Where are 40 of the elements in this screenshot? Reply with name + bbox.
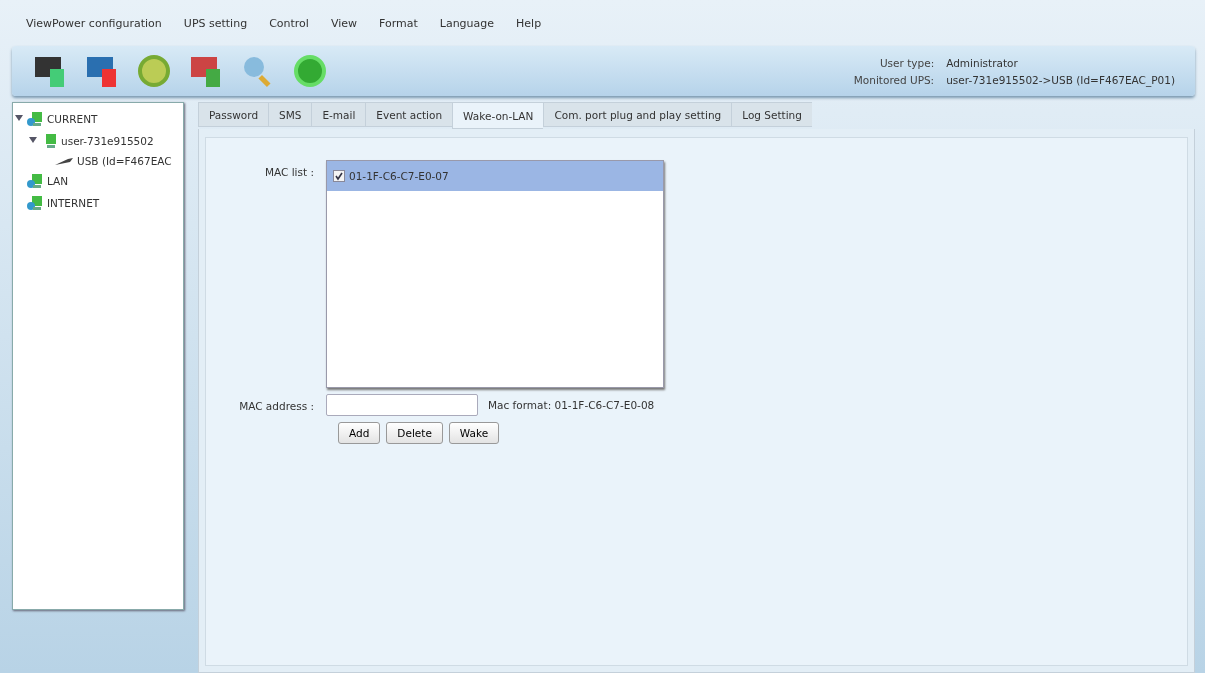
- mac-list[interactable]: 01-1F-C6-C7-E0-07: [326, 160, 664, 388]
- tree-item[interactable]: LAN: [47, 175, 69, 187]
- info-label: Monitored UPS:: [853, 73, 935, 86]
- menu-item[interactable]: Language: [439, 16, 495, 30]
- expand-caret-icon[interactable]: [29, 136, 37, 144]
- network-icon: [26, 173, 44, 189]
- menu-item[interactable]: Help: [516, 16, 542, 30]
- field-label: MAC address :: [238, 399, 314, 414]
- tab[interactable]: SMS: [268, 102, 312, 127]
- tree-item[interactable]: USB (Id=F467EAC: [77, 155, 172, 167]
- tab[interactable]: Event action: [365, 102, 453, 127]
- menu-item[interactable]: UPS setting: [183, 16, 248, 30]
- info-value: Administrator: [946, 56, 1019, 69]
- network-icon: [26, 111, 44, 127]
- tab[interactable]: Password: [198, 102, 269, 127]
- menu-item[interactable]: Control: [269, 16, 309, 30]
- expand-caret-icon[interactable]: [15, 114, 23, 122]
- menu-item[interactable]: Format: [379, 16, 418, 30]
- network-icon: [26, 195, 44, 211]
- usb-plug-icon: [54, 156, 74, 166]
- action-button[interactable]: Add: [338, 422, 381, 444]
- info-label: User type:: [878, 56, 935, 69]
- mac-address-text: 01-1F-C6-C7-E0-07: [349, 170, 449, 182]
- tab[interactable]: Log Setting: [731, 102, 812, 127]
- mac-address-field[interactable]: [326, 394, 478, 416]
- action-button[interactable]: Wake: [448, 422, 500, 444]
- list-item[interactable]: 01-1F-C6-C7-E0-07: [327, 161, 663, 191]
- action-button[interactable]: Delete: [386, 422, 443, 444]
- menu-item[interactable]: ViewPower configuration: [26, 16, 162, 30]
- tree-item[interactable]: CURRENT: [47, 113, 98, 125]
- format-hint: Mac format: 01-1F-C6-C7-E0-08: [488, 399, 655, 411]
- checkbox[interactable]: [333, 170, 345, 182]
- tab[interactable]: E-mail: [311, 102, 366, 127]
- info-value: user-731e915502->USB (Id=F467EAC_P01): [946, 73, 1175, 86]
- menu-item[interactable]: View: [330, 16, 357, 30]
- tree-item[interactable]: INTERNET: [47, 197, 100, 209]
- tab[interactable]: Com. port plug and play setting: [543, 102, 732, 127]
- tree-item[interactable]: user-731e915502: [61, 135, 154, 147]
- tab[interactable]: Wake-on-LAN: [452, 102, 544, 129]
- field-label: MAC list :: [263, 165, 314, 180]
